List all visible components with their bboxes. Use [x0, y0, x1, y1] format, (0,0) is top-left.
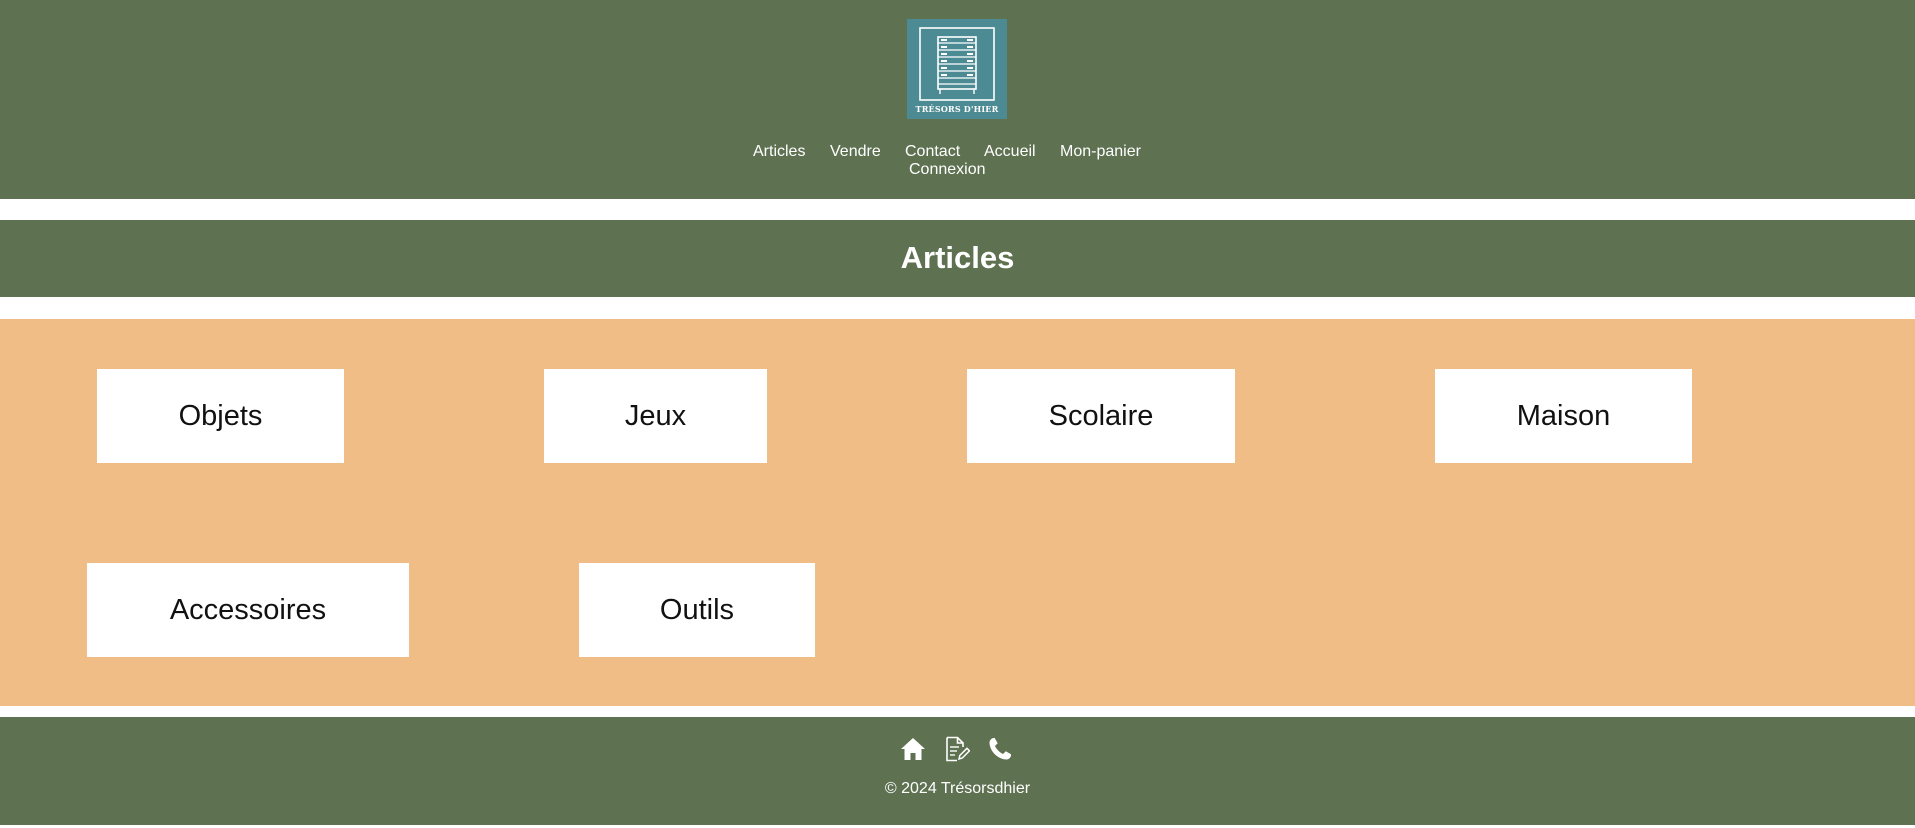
category-label: Accessoires — [169, 593, 327, 626]
page-title: Articles — [900, 240, 1015, 275]
site-footer: © 2024 Trésorsdhier — [0, 717, 1915, 825]
category-card-jeux[interactable]: Jeux — [544, 369, 767, 463]
category-card-objets[interactable]: Objets — [97, 369, 344, 463]
nav-link-mon-panier[interactable]: Mon-panier — [1060, 143, 1141, 161]
category-panel: Objets Jeux Scolaire Maison Accessoires … — [0, 319, 1915, 706]
category-label: Jeux — [624, 399, 687, 432]
nav-link-contact[interactable]: Contact — [905, 143, 960, 161]
title-band: Articles — [0, 220, 1915, 297]
nav-link-connexion[interactable]: Connexion — [909, 161, 986, 179]
category-label: Objets — [178, 399, 263, 432]
category-card-maison[interactable]: Maison — [1435, 369, 1692, 463]
nav-link-accueil[interactable]: Accueil — [984, 143, 1036, 161]
category-card-outils[interactable]: Outils — [579, 563, 815, 657]
nav-link-vendre[interactable]: Vendre — [830, 143, 881, 161]
copyright-text: © 2024 Trésorsdhier — [884, 780, 1031, 797]
category-card-scolaire[interactable]: Scolaire — [967, 369, 1235, 463]
category-label: Outils — [659, 593, 735, 626]
category-label: Scolaire — [1048, 399, 1154, 432]
category-label: Maison — [1516, 399, 1611, 432]
site-header: TRÉSORS D'HIER Articles Vendre Contact A… — [0, 0, 1915, 199]
logo-text: TRÉSORS D'HIER — [915, 104, 999, 114]
site-logo[interactable]: TRÉSORS D'HIER — [907, 19, 1007, 119]
home-icon[interactable] — [899, 735, 927, 763]
category-card-accessoires[interactable]: Accessoires — [87, 563, 409, 657]
document-edit-icon[interactable] — [942, 735, 970, 763]
phone-icon[interactable] — [986, 735, 1014, 763]
nav-link-articles[interactable]: Articles — [753, 143, 805, 161]
